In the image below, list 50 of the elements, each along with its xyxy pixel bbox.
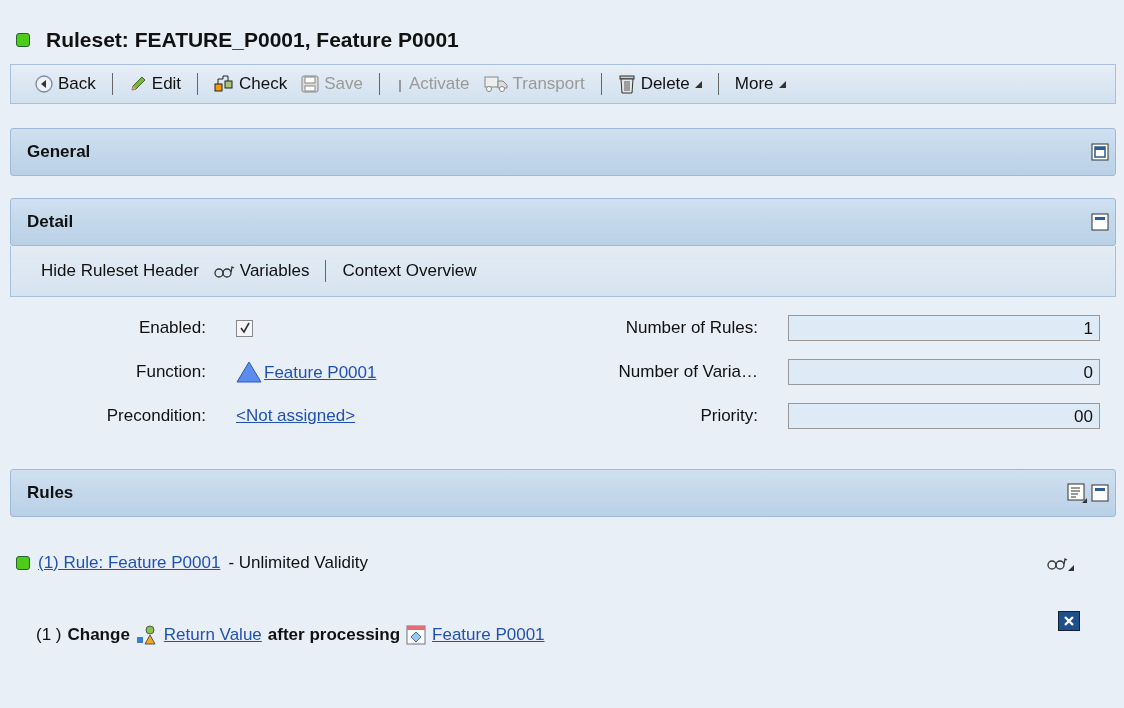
toolbar-button[interactable]: Back xyxy=(33,72,98,96)
function-link[interactable]: Feature P0001 xyxy=(264,363,377,383)
action-number: (1 ) xyxy=(36,625,62,645)
readonly-field[interactable]: 1 xyxy=(788,315,1100,341)
toolbar-button[interactable]: More xyxy=(732,72,788,96)
page-title: Ruleset: FEATURE_P0001, Feature P0001 xyxy=(46,28,459,52)
delete-button[interactable] xyxy=(1058,611,1080,631)
collapse-icon[interactable] xyxy=(1091,213,1109,231)
collapse-icon[interactable] xyxy=(1091,484,1109,502)
close-icon xyxy=(1062,614,1076,628)
readonly-field[interactable]: 0 xyxy=(788,359,1100,385)
rule-validity: - Unlimited Validity xyxy=(228,553,368,573)
trash-icon xyxy=(617,74,636,94)
field-label: Number of Rules: xyxy=(624,318,758,338)
expand-icon[interactable] xyxy=(1091,143,1109,161)
enabled-checkbox[interactable] xyxy=(236,319,253,337)
panel-title: Detail xyxy=(27,212,74,232)
floppy-icon xyxy=(301,75,320,93)
readonly-field[interactable]: 00 xyxy=(788,403,1100,429)
panel-title: General xyxy=(27,142,91,162)
status-icon xyxy=(16,556,30,570)
check-icon xyxy=(214,75,235,93)
action-verb: Change xyxy=(67,625,130,645)
toolbar-button[interactable]: Variables xyxy=(210,259,312,283)
panel-title: Rules xyxy=(27,483,74,503)
return-value-link[interactable]: Return Value xyxy=(163,625,262,645)
action-text: after processing xyxy=(267,625,401,645)
list-icon[interactable] xyxy=(1067,483,1087,503)
truck-icon xyxy=(483,75,508,93)
toolbar-button[interactable]: Edit xyxy=(126,72,184,96)
toolbar-button[interactable]: Hide Ruleset Header xyxy=(39,259,201,283)
triangle-icon xyxy=(236,361,262,383)
status-icon xyxy=(16,33,30,47)
back-icon xyxy=(35,75,53,93)
glasses-icon[interactable] xyxy=(1046,555,1074,571)
field-label: Precondition: xyxy=(105,406,206,426)
function-link[interactable]: <Not assigned> xyxy=(236,406,356,426)
glasses-icon xyxy=(212,264,235,278)
toolbar-button[interactable]: Check xyxy=(212,72,290,96)
toolbar-button[interactable]: Delete xyxy=(615,72,704,96)
field-label: Priority: xyxy=(699,406,758,426)
pencil-icon xyxy=(128,75,147,93)
function-link[interactable]: Feature P0001 xyxy=(432,625,545,645)
table-icon xyxy=(406,625,427,645)
field-label: Enabled: xyxy=(137,318,206,338)
toolbar-button[interactable]: Context Overview xyxy=(340,259,479,283)
rule-link[interactable]: (1) Rule: Feature P0001 xyxy=(38,553,221,573)
field-label: Number of Varia… xyxy=(617,362,758,382)
field-label: Function: xyxy=(135,362,206,382)
people-icon xyxy=(135,625,158,645)
